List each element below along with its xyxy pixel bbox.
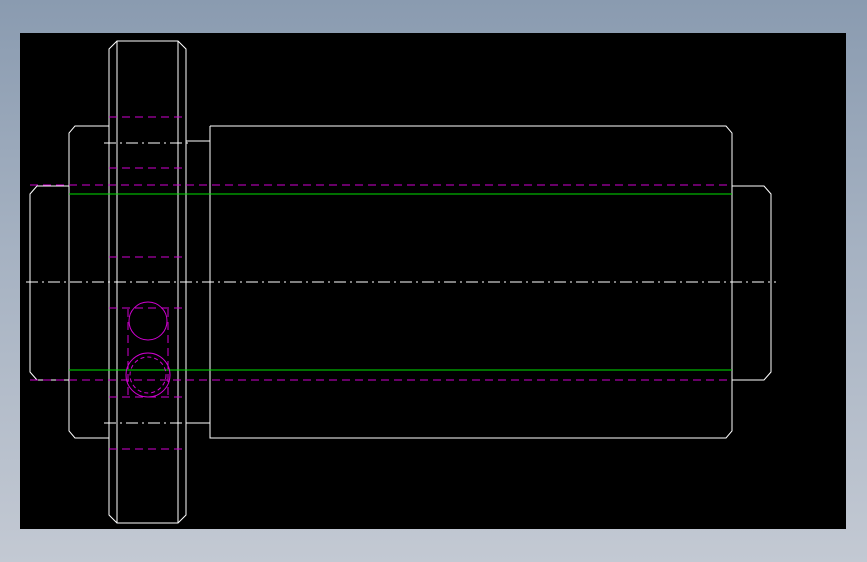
left-shaft-end	[29, 185, 69, 381]
pin-hole-lower-inner	[129, 356, 167, 394]
pin-hole-lower	[125, 352, 171, 398]
right-shaft-end	[732, 185, 772, 381]
part-drawing	[26, 40, 776, 524]
cad-viewport[interactable]	[20, 33, 846, 529]
